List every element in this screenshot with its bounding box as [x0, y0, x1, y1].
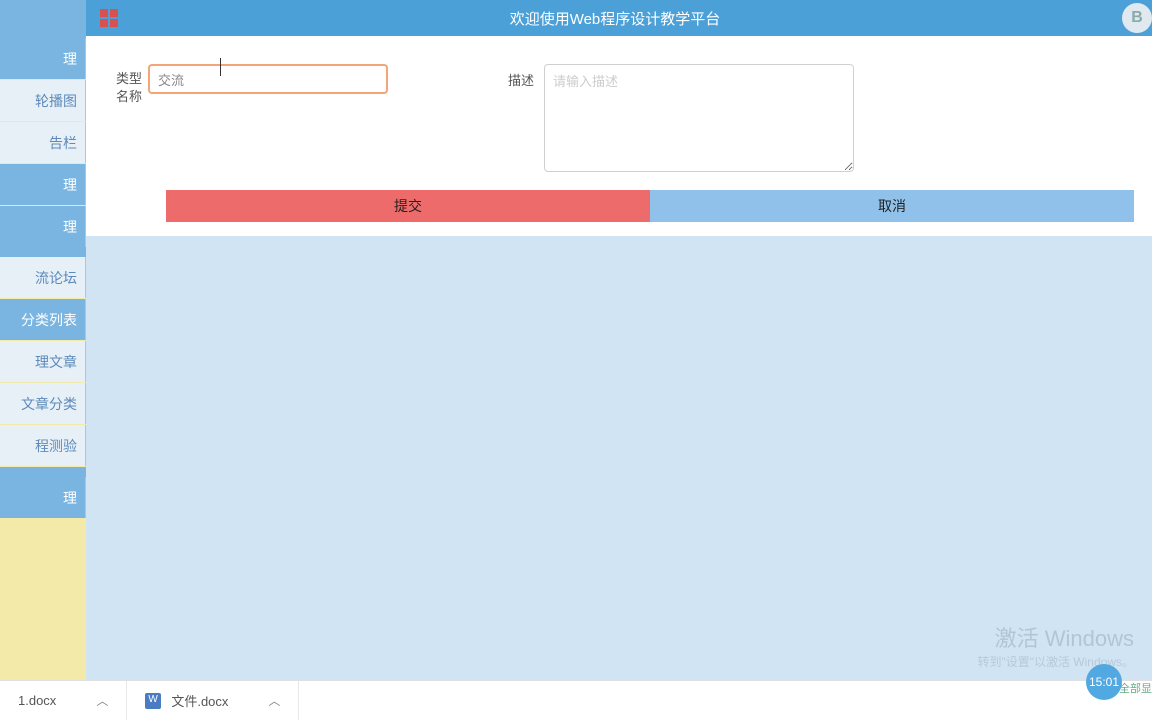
clock-badge[interactable]: 15:01 [1086, 664, 1122, 700]
word-doc-icon [145, 693, 161, 709]
show-all-link[interactable]: 全部显 [1119, 680, 1152, 696]
sidebar-item-9[interactable]: 程测验 [0, 425, 86, 466]
sidebar-item-3[interactable]: 理 [0, 164, 86, 205]
sidebar-item-7[interactable]: 理文章 [0, 341, 86, 382]
type-name-input[interactable] [148, 64, 388, 94]
sidebar-item-1[interactable]: 轮播图 [0, 80, 86, 121]
submit-button[interactable]: 提交 [166, 190, 650, 222]
sidebar-item-10[interactable]: 理 [0, 477, 86, 518]
desc-textarea[interactable] [544, 64, 854, 172]
chevron-up-icon[interactable]: ︿ [268, 692, 280, 709]
sidebar-item-6[interactable]: 分类列表 [0, 299, 86, 340]
sidebar-item-0[interactable]: 理 [0, 38, 86, 79]
text-cursor-icon [220, 58, 221, 76]
file-label-1: 1.docx [18, 693, 56, 708]
download-item-1[interactable]: 1.docx ︿ [0, 681, 127, 720]
sidebar-item-8[interactable]: 文章分类 [0, 383, 86, 424]
avatar[interactable]: B [1122, 3, 1152, 33]
windows-watermark: 激活 Windows 转到"设置"以激活 Windows。 [977, 621, 1134, 670]
sidebar: 理 轮播图 告栏 理 理 流论坛 分类列表 理文章 文章分类 程测验 理 [0, 0, 86, 680]
desc-label: 描述 [508, 64, 534, 89]
sidebar-item-4[interactable]: 理 [0, 206, 86, 247]
watermark-title: 激活 Windows [977, 621, 1134, 653]
page-title: 欢迎使用Web程序设计教学平台 [118, 8, 1152, 29]
header: 欢迎使用Web程序设计教学平台 B [86, 0, 1152, 36]
download-item-2[interactable]: 文件.docx ︿ [127, 681, 299, 720]
file-label-2: 文件.docx [171, 691, 228, 710]
empty-area [86, 236, 1152, 680]
download-bar: 1.docx ︿ 文件.docx ︿ [0, 680, 1152, 720]
sidebar-item-2[interactable]: 告栏 [0, 122, 86, 163]
chevron-up-icon[interactable]: ︿ [96, 692, 108, 709]
cancel-button[interactable]: 取消 [650, 190, 1134, 222]
type-name-label: 类型名称 [104, 64, 142, 106]
sidebar-item-5[interactable]: 流论坛 [0, 257, 86, 298]
form-area: 类型名称 描述 提交 取消 [86, 36, 1152, 243]
menu-grid-icon[interactable] [100, 9, 118, 27]
content-area: 类型名称 描述 提交 取消 [86, 36, 1152, 680]
